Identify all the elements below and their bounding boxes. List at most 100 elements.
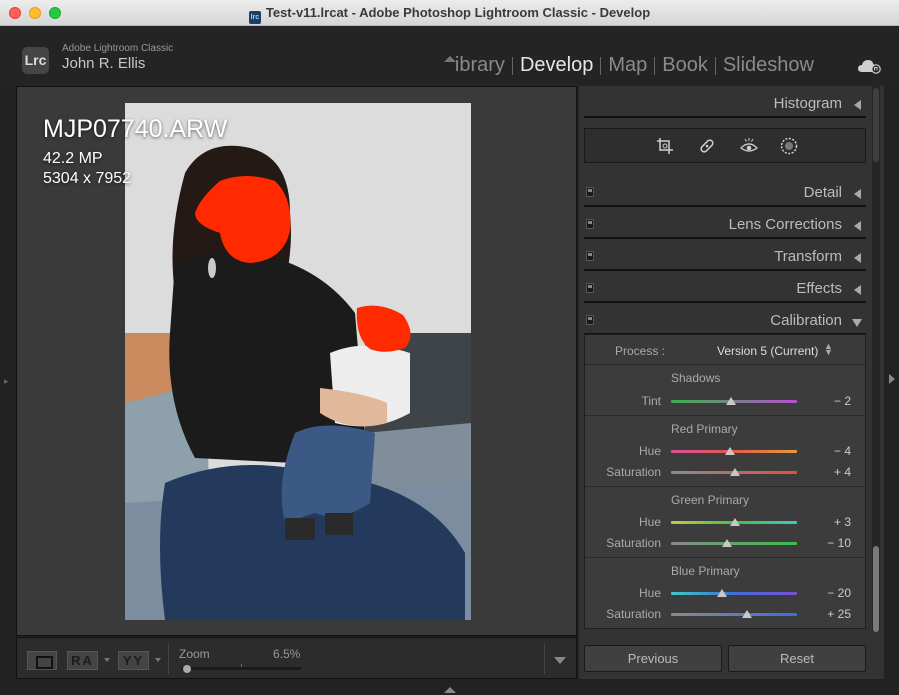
left-panel-toggle-icon[interactable]: ▸ <box>4 376 9 387</box>
blue-saturation-value[interactable]: + 25 <box>827 607 851 621</box>
lrc-logo: Lrc <box>22 47 49 74</box>
zoom-value: 6.5% <box>273 647 301 661</box>
blue-hue-slider[interactable] <box>671 592 797 595</box>
info-filename: MJP07740.ARW <box>43 115 228 143</box>
expand-triangle-icon[interactable] <box>852 319 862 327</box>
window-title-text: Test-v11.lrcat - Adobe Photoshop Lightro… <box>265 5 651 20</box>
collapse-triangle-icon[interactable] <box>854 285 861 295</box>
blue-hue-label: Hue <box>638 586 661 600</box>
crop-tool-icon[interactable] <box>656 137 674 155</box>
green-hue-thumb[interactable] <box>730 518 740 526</box>
module-map[interactable]: Map <box>601 54 654 77</box>
panel-effects-header[interactable]: Effects <box>584 273 866 303</box>
filmstrip-right-toggle-icon[interactable] <box>889 374 895 384</box>
green-saturation-value[interactable]: − 10 <box>827 536 851 550</box>
green-primary-group: Green Primary Hue + 3 Saturation − 10 <box>585 488 865 558</box>
red-primary-title: Red Primary <box>671 422 738 436</box>
collapse-triangle-icon[interactable] <box>854 100 861 110</box>
panel-transform-title: Transform <box>774 248 842 265</box>
zoom-slider[interactable] <box>181 667 301 670</box>
red-hue-label: Hue <box>638 444 661 458</box>
before-after-swap-button[interactable]: YY <box>118 651 149 670</box>
module-library[interactable]: ibrary <box>448 54 512 77</box>
identity-bar: Lrc Adobe Lightroom Classic John R. Elli… <box>0 26 899 86</box>
module-book[interactable]: Book <box>655 54 715 77</box>
panel-detail-title: Detail <box>803 184 842 201</box>
panel-toggle-switch-icon[interactable] <box>586 187 594 197</box>
panel-detail-header[interactable]: Detail <box>584 177 866 207</box>
masking-tool-icon[interactable] <box>780 137 798 155</box>
healing-tool-icon[interactable] <box>698 137 716 155</box>
info-megapixels: 42.2 MP <box>43 150 103 167</box>
module-picker: ibrary Develop Map Book Slideshow <box>448 54 821 77</box>
process-label: Process : <box>615 344 666 358</box>
blue-saturation-thumb[interactable] <box>742 610 752 618</box>
blue-hue-thumb[interactable] <box>717 589 727 597</box>
swap-dropdown-icon[interactable] <box>155 658 161 662</box>
panel-lens-title: Lens Corrections <box>728 216 842 233</box>
toolbar-content-menu-icon[interactable] <box>554 657 566 664</box>
window-title: lrc Test-v11.lrcat - Adobe Photoshop Ligh… <box>0 5 899 24</box>
blue-primary-title: Blue Primary <box>671 564 740 578</box>
panel-toggle-switch-icon[interactable] <box>586 283 594 293</box>
before-after-dropdown-icon[interactable] <box>104 658 110 662</box>
green-saturation-thumb[interactable] <box>722 539 732 547</box>
toolbar-separator <box>168 644 169 674</box>
red-hue-value[interactable]: − 4 <box>834 444 851 458</box>
shadows-tint-value[interactable]: − 2 <box>834 394 851 408</box>
panel-toggle-switch-icon[interactable] <box>586 219 594 229</box>
reset-button[interactable]: Reset <box>728 645 866 672</box>
panel-toggle-switch-icon[interactable] <box>586 315 594 325</box>
panel-effects-title: Effects <box>796 280 842 297</box>
process-version-select[interactable]: Version 5 (Current) <box>717 344 818 358</box>
previous-button[interactable]: Previous <box>584 645 722 672</box>
collapse-triangle-icon[interactable] <box>854 189 861 199</box>
blue-hue-value[interactable]: − 20 <box>827 586 851 600</box>
app-name: Adobe Lightroom Classic <box>62 43 174 54</box>
catalog-document-icon: lrc <box>248 11 261 24</box>
image-view[interactable]: MJP07740.ARW 42.2 MP 5304 x 7952 <box>16 86 577 636</box>
red-saturation-value[interactable]: + 4 <box>834 465 851 479</box>
red-eye-tool-icon[interactable] <box>740 137 758 155</box>
zoom-slider-tick <box>241 664 242 667</box>
develop-toolbar: RA YY Zoom 6.5% <box>16 637 577 679</box>
collapse-triangle-icon[interactable] <box>854 253 861 263</box>
blue-saturation-label: Saturation <box>606 607 661 621</box>
panel-toggle-switch-icon[interactable] <box>586 251 594 261</box>
process-row: Process : Version 5 (Current) ▲ ▼ <box>585 335 865 365</box>
bottom-buttons: Previous Reset <box>584 645 866 672</box>
shadows-tint-thumb[interactable] <box>726 397 736 405</box>
panel-calibration-header[interactable]: Calibration <box>584 305 866 335</box>
green-hue-label: Hue <box>638 515 661 529</box>
tool-strip <box>584 128 866 163</box>
identity-plate-name: John R. Ellis <box>62 55 146 72</box>
blue-primary-group: Blue Primary Hue − 20 Saturation + 25 <box>585 559 865 629</box>
title-bar: lrc Test-v11.lrcat - Adobe Photoshop Ligh… <box>0 0 899 26</box>
red-hue-thumb[interactable] <box>725 447 735 455</box>
panel-histogram-header[interactable]: Histogram <box>584 88 866 118</box>
filmstrip-toggle-icon[interactable] <box>444 687 456 693</box>
shadows-title: Shadows <box>671 371 721 385</box>
shadows-group: Shadows Tint − 2 <box>585 366 865 416</box>
before-after-button[interactable]: RA <box>67 651 98 670</box>
zoom-slider-thumb[interactable] <box>183 665 191 673</box>
green-saturation-label: Saturation <box>606 536 661 550</box>
green-saturation-slider[interactable] <box>671 542 797 545</box>
scrollbar-thumb[interactable] <box>873 546 879 632</box>
cloud-sync-icon[interactable] <box>857 58 881 74</box>
module-slideshow[interactable]: Slideshow <box>716 54 821 77</box>
collapse-triangle-icon[interactable] <box>854 221 861 231</box>
module-develop[interactable]: Develop <box>513 54 600 77</box>
loupe-view-button[interactable] <box>27 651 57 670</box>
red-saturation-label: Saturation <box>606 465 661 479</box>
green-hue-value[interactable]: + 3 <box>834 515 851 529</box>
panel-lens-corrections-header[interactable]: Lens Corrections <box>584 209 866 239</box>
green-primary-title: Green Primary <box>671 493 750 507</box>
panel-calibration-title: Calibration <box>770 312 842 329</box>
panel-histogram-title: Histogram <box>773 95 842 112</box>
process-select-caret-icon[interactable]: ▲ ▼ <box>824 342 833 357</box>
panel-transform-header[interactable]: Transform <box>584 241 866 271</box>
blue-saturation-slider[interactable] <box>671 613 797 616</box>
toolbar-separator <box>544 644 545 674</box>
red-saturation-thumb[interactable] <box>730 468 740 476</box>
